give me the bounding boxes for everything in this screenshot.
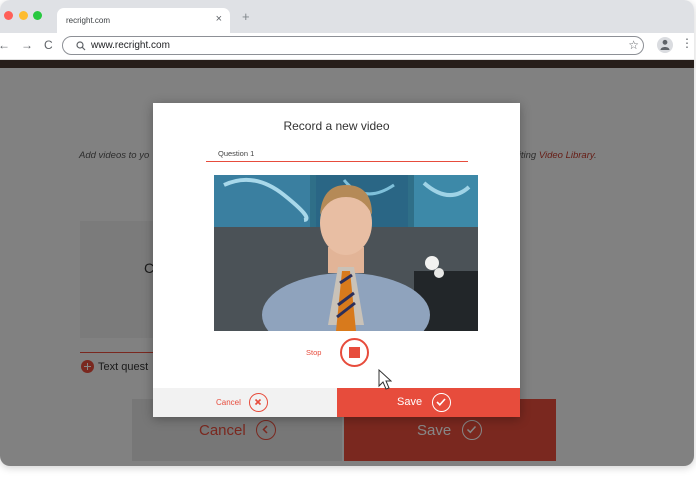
tab-title: recright.com	[66, 16, 111, 25]
url-text: www.recright.com	[91, 40, 170, 51]
address-bar[interactable]: www.recright.com ☆	[62, 36, 644, 55]
browser-toolbar: ← → C www.recright.com ☆ ⋮	[0, 33, 694, 60]
close-window-button[interactable]	[4, 11, 13, 20]
save-label: Save	[397, 396, 423, 408]
profile-avatar-icon[interactable]	[657, 37, 673, 53]
new-tab-button[interactable]: +	[242, 10, 250, 24]
modal-title: Record a new video	[283, 119, 390, 133]
reload-icon[interactable]: C	[44, 38, 53, 52]
browser-menu-icon[interactable]: ⋮	[681, 36, 693, 50]
back-icon[interactable]: ←	[0, 38, 10, 52]
minimize-window-button[interactable]	[19, 11, 28, 20]
cancel-label: Cancel	[216, 398, 241, 407]
forward-icon[interactable]: →	[21, 38, 33, 52]
x-circle-icon	[249, 393, 268, 412]
search-icon	[76, 41, 86, 51]
person-icon	[660, 39, 670, 50]
tab-bar: recright.com × +	[0, 0, 694, 33]
tab-close-icon[interactable]: ×	[216, 13, 222, 25]
bookmark-star-icon[interactable]: ☆	[628, 38, 639, 52]
mouse-cursor-icon	[378, 369, 392, 390]
browser-tab[interactable]: recright.com ×	[57, 8, 230, 33]
maximize-window-button[interactable]	[33, 11, 42, 20]
stop-recording-button[interactable]	[340, 338, 369, 367]
save-button[interactable]: Save	[337, 388, 520, 417]
cancel-button[interactable]: Cancel	[153, 388, 337, 417]
record-video-modal: Record a new video Stop Canc	[153, 103, 520, 417]
stop-square-icon	[349, 347, 360, 358]
check-circle-icon	[432, 393, 451, 412]
video-preview	[214, 175, 478, 331]
stop-label: Stop	[306, 348, 322, 357]
video-frame-image	[214, 175, 478, 331]
question-input[interactable]	[206, 145, 468, 162]
